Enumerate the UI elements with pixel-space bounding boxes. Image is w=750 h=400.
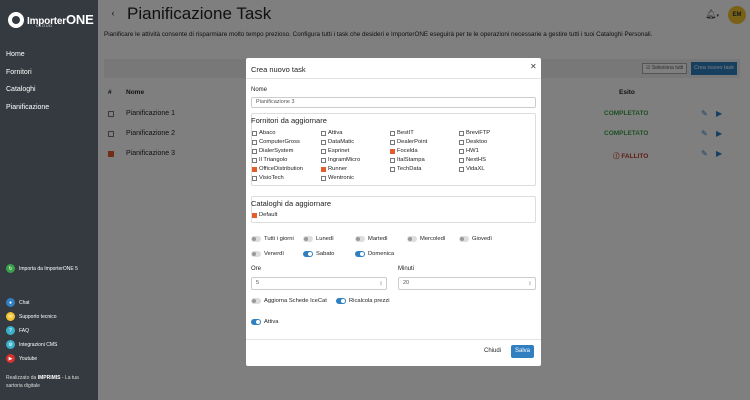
supplier-wentronic[interactable]: Wentronic [321,175,354,181]
import-link[interactable]: ↻ Importa da ImporterONE 5 [6,264,78,273]
logo-one: ONE [65,12,94,27]
sidebar-nav: Home Fornitori Cataloghi Pianificazione [0,46,98,116]
toggle-giovedi[interactable]: Giovedì [459,236,492,242]
catalogs-title: Cataloghi da aggiornare [251,199,332,208]
import-link-label: Importa da ImporterONE 5 [19,265,78,272]
supplier-focelda[interactable]: Focelda [390,148,418,154]
sidebar-link-label: Chat [19,299,30,306]
sidebar-link-label: FAQ [19,327,30,334]
supplier-ingrammicro[interactable]: IngramMicro [321,157,360,163]
app-logo[interactable]: ImporterONE CLOUD [8,10,94,32]
sidebar-link-label: Youtube [19,355,38,362]
supplier-breviftp[interactable]: BreviFTP [459,130,490,136]
toggle-tutti-i-giorni[interactable]: Tutti i giorni [251,236,294,242]
supplier-bestit[interactable]: BestIT [390,130,414,136]
footer-brand[interactable]: IMPRIMIS [38,375,61,381]
toggle-sabato[interactable]: Sabato [303,251,334,257]
sidebar-link-faq[interactable]: ? FAQ [6,326,29,335]
sidebar-item-home[interactable]: Home [0,46,98,64]
chat-icon: ● [6,298,15,307]
supplier-computergross[interactable]: ComputerGross [252,139,300,145]
toggle-domenica[interactable]: Domenica [355,251,394,257]
close-icon[interactable]: ✕ [530,62,537,71]
name-label: Nome [251,87,268,93]
minutes-input[interactable]: 20 ⇕ [398,277,536,290]
hours-label: Ore [251,266,262,272]
stepper-icon[interactable]: ⇕ [379,279,383,290]
suppliers-title: Fornitori da aggiornare [251,116,327,125]
logo-icon [8,12,24,28]
toggle-icecat[interactable]: Aggiorna Schede IceCat [251,298,327,304]
supplier-dialersystem[interactable]: DialerSystem [252,148,293,154]
toggle-venerdi[interactable]: Venerdì [251,251,284,257]
sidebar-item-cataloghi[interactable]: Cataloghi [0,81,98,99]
supplier-italstampa[interactable]: ItalStampa [390,157,425,163]
toggle-lunedi[interactable]: Lunedì [303,236,334,242]
supplier-abaco[interactable]: Abaco [252,130,275,136]
sidebar-item-fornitori[interactable]: Fornitori [0,64,98,82]
toggle-martedi[interactable]: Martedì [355,236,388,242]
minutes-label: Minuti [398,266,415,272]
faq-icon: ? [6,326,15,335]
toggle-ricalcola-prezzi[interactable]: Ricalcola prezzi [336,298,390,304]
name-field[interactable]: Pianificazione 3 [251,97,536,108]
sidebar-footer: Realizzato da IMPRIMIS - La tua sartoria… [6,375,79,389]
save-button[interactable]: Salva [511,345,535,358]
toggle-mercoledi[interactable]: Mercoledì [407,236,445,242]
sidebar-item-pianificazione[interactable]: Pianificazione [0,99,98,117]
sidebar-link-youtube[interactable]: ▶ Youtube [6,354,37,363]
cancel-button[interactable]: Chiudi [480,345,505,358]
sidebar: ImporterONE CLOUD Home Fornitori Catalog… [0,0,98,400]
sidebar-link-chat[interactable]: ● Chat [6,298,30,307]
supplier-dealerpoint[interactable]: DealerPoint [390,139,427,145]
youtube-icon: ▶ [6,354,15,363]
sidebar-link-label: Supporto tecnico [19,313,57,320]
support-icon: ✉ [6,312,15,321]
supplier-vidaxl[interactable]: VidaXL [459,166,485,172]
modal-divider [246,78,541,79]
new-task-modal: Crea nuovo task ✕ Nome Pianificazione 3 … [246,58,541,366]
catalog-default[interactable]: Default [252,212,277,218]
supplier-nexths[interactable]: NextHS [459,157,486,163]
import-icon: ↻ [6,264,15,273]
stepper-icon[interactable]: ⇕ [528,279,532,290]
supplier-datamatic[interactable]: DataMatic [321,139,354,145]
supplier-visiotech[interactable]: VisioTech [252,175,284,181]
integrations-icon: ⚙ [6,340,15,349]
supplier-attiva[interactable]: Attiva [321,130,343,136]
supplier-techdata[interactable]: TechData [390,166,422,172]
supplier-officedistribution[interactable]: OfficeDistribution [252,166,303,172]
modal-title: Crea nuovo task [251,65,306,74]
supplier-il-triangolo[interactable]: Il Triangolo [252,157,287,163]
supplier-runner[interactable]: Runner [321,166,347,172]
supplier-hw1[interactable]: HW1 [459,148,479,154]
toggle-attiva[interactable]: Attiva [251,319,279,325]
supplier-desktoo[interactable]: Desktoo [459,139,487,145]
logo-sub: CLOUD [36,23,53,28]
sidebar-link-label: Integrazioni CMS [19,341,58,348]
supplier-esprinet[interactable]: Esprinet [321,148,349,154]
hours-input[interactable]: 5 ⇕ [251,277,387,290]
modal-footer-divider [246,339,541,340]
sidebar-link-integrazioni[interactable]: ⚙ Integrazioni CMS [6,340,57,349]
sidebar-link-supporto[interactable]: ✉ Supporto tecnico [6,312,57,321]
